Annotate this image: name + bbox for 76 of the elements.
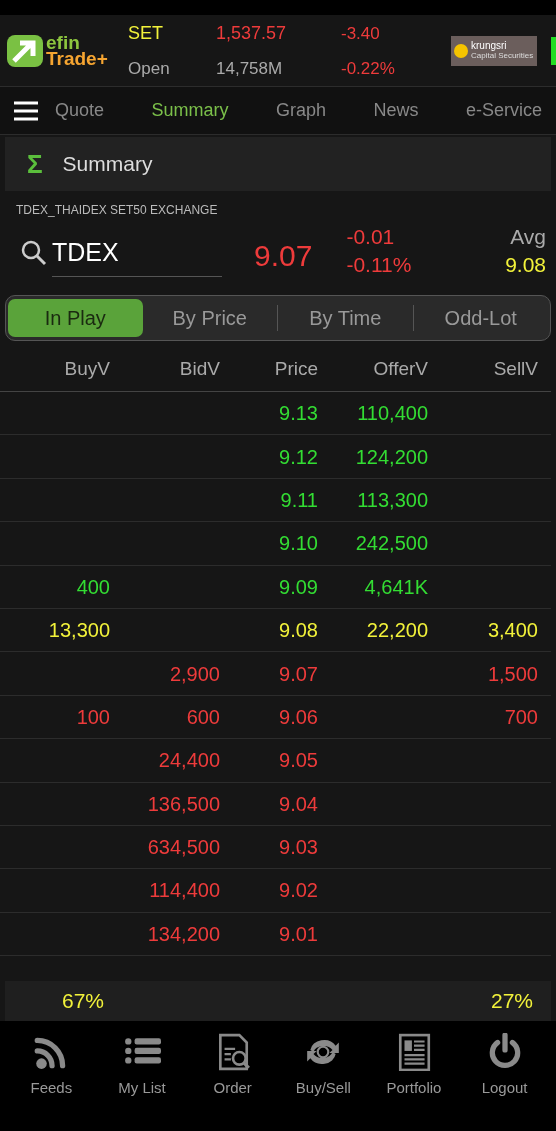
table-cell-text: 110,400: [357, 401, 428, 427]
column-header: BidV: [179, 356, 220, 381]
avg-price: 9.08: [505, 252, 546, 278]
broker-logo: krungsri Capital Securities: [451, 35, 537, 66]
logo-text: efin: [46, 34, 80, 51]
nav-tab[interactable]: News: [367, 97, 425, 124]
table-cell-text: 9.13: [279, 401, 318, 427]
nav-tab[interactable]: Graph: [269, 97, 332, 124]
nav-tab[interactable]: e-Service: [459, 97, 548, 124]
segment-tab[interactable]: Odd-Lot: [413, 299, 548, 337]
segment-tab[interactable]: In Play: [8, 299, 143, 337]
nav-button[interactable]: Order: [192, 1033, 273, 1100]
column-header: Price: [274, 356, 318, 381]
table-cell-text: 113,300: [357, 487, 428, 513]
index-percent: -0.22%: [341, 57, 396, 80]
index-value: 1,537.57: [216, 22, 288, 45]
nav-tab[interactable]: Summary: [145, 97, 235, 124]
table-cell-text: 242,500: [355, 531, 428, 557]
table-cell-text: 24,400: [158, 748, 220, 774]
table-cell-text: 2,900: [169, 661, 220, 687]
table-cell-text: 13,300: [48, 618, 110, 644]
table-cell-text: 22,200: [366, 618, 428, 644]
table-cell-text: 600: [186, 704, 220, 730]
table-cell-text: 9.01: [279, 921, 318, 947]
table-cell-text: 9.12: [279, 444, 318, 470]
table-cell-text: 400: [76, 574, 110, 600]
table-cell-text: 136,500: [147, 791, 220, 817]
last-price: 9.07: [254, 237, 313, 274]
logo-icon: [6, 33, 44, 68]
table-cell-text: 9.09: [279, 574, 318, 600]
section-title: Summary: [62, 151, 153, 178]
table-cell-text: 9.10: [279, 531, 318, 557]
segment-tab[interactable]: By Price: [142, 299, 277, 337]
table-cell-text: 9.08: [279, 618, 318, 644]
nav-button[interactable]: Feeds: [11, 1033, 92, 1100]
index-name: SET: [128, 22, 164, 45]
table-cell-text: 4,641K: [364, 574, 428, 600]
nav-button[interactable]: Buy/Sell: [283, 1033, 364, 1100]
connection-indicator: [551, 36, 556, 65]
price-change: -0.01: [346, 224, 396, 250]
column-header: SellV: [493, 356, 538, 381]
table-cell-text: 9.04: [279, 791, 318, 817]
table-cell-text: 9.11: [280, 487, 318, 513]
table-cell-text: 9.07: [279, 661, 318, 687]
table-cell-text: 9.05: [279, 748, 318, 774]
table-cell-text: 3,400: [487, 618, 538, 644]
nav-button[interactable]: My List: [102, 1033, 182, 1100]
menu-icon[interactable]: [13, 99, 39, 122]
index-change: -3.40: [341, 22, 381, 45]
market-volume: 14,758M: [216, 57, 284, 80]
nav-tab[interactable]: Quote: [49, 97, 111, 124]
nav-button[interactable]: Logout: [464, 1033, 545, 1100]
table-cell-text: 114,400: [149, 878, 220, 904]
column-header: BuyV: [64, 356, 110, 381]
logo-text: Trade+: [46, 50, 108, 67]
buy-percent: 67%: [62, 988, 105, 1015]
table-cell-text: 100: [76, 704, 110, 730]
table-cell-text: 9.03: [279, 835, 318, 861]
table-cell-text: 9.02: [279, 878, 318, 904]
table-cell-text: 1,500: [487, 661, 538, 687]
avg-label: Avg: [510, 224, 546, 250]
market-status: Open: [128, 57, 171, 80]
table-cell-text: 9.06: [279, 704, 318, 730]
table-cell-text: 124,200: [355, 444, 428, 470]
column-header: OfferV: [373, 356, 428, 381]
search-icon: [20, 239, 48, 267]
nav-button[interactable]: Portfolio: [373, 1033, 454, 1100]
table-cell-text: 634,500: [147, 835, 220, 861]
symbol-name: TDEX_THAIDEX SET50 EXCHANGE: [16, 202, 219, 217]
symbol-field[interactable]: TDEX: [52, 229, 222, 277]
price-percent: -0.11%: [346, 252, 412, 278]
segment-tab[interactable]: By Time: [278, 299, 413, 337]
sell-percent: 27%: [490, 988, 533, 1015]
table-cell-text: 134,200: [147, 921, 220, 947]
sigma-icon: Σ: [27, 144, 43, 184]
table-cell-text: 700: [504, 704, 538, 730]
